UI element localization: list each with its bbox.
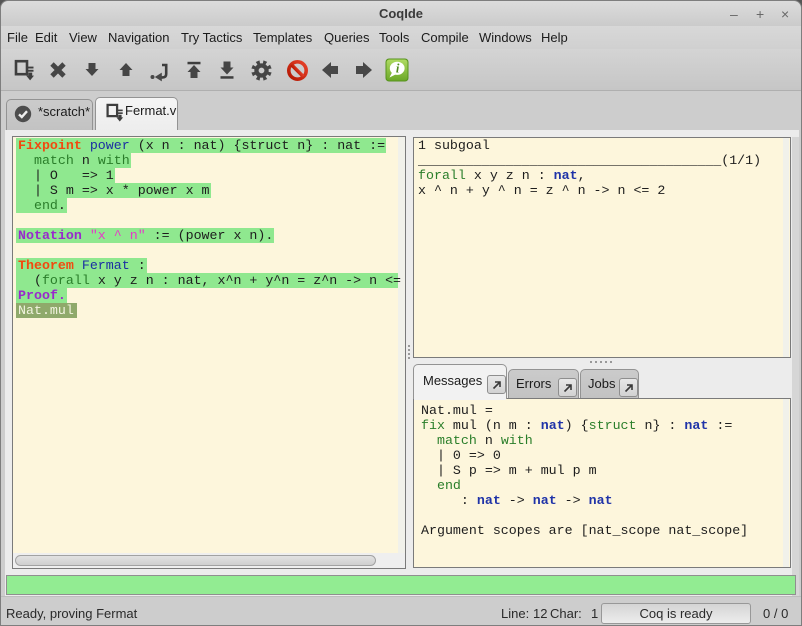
svg-text:i: i <box>396 62 400 76</box>
